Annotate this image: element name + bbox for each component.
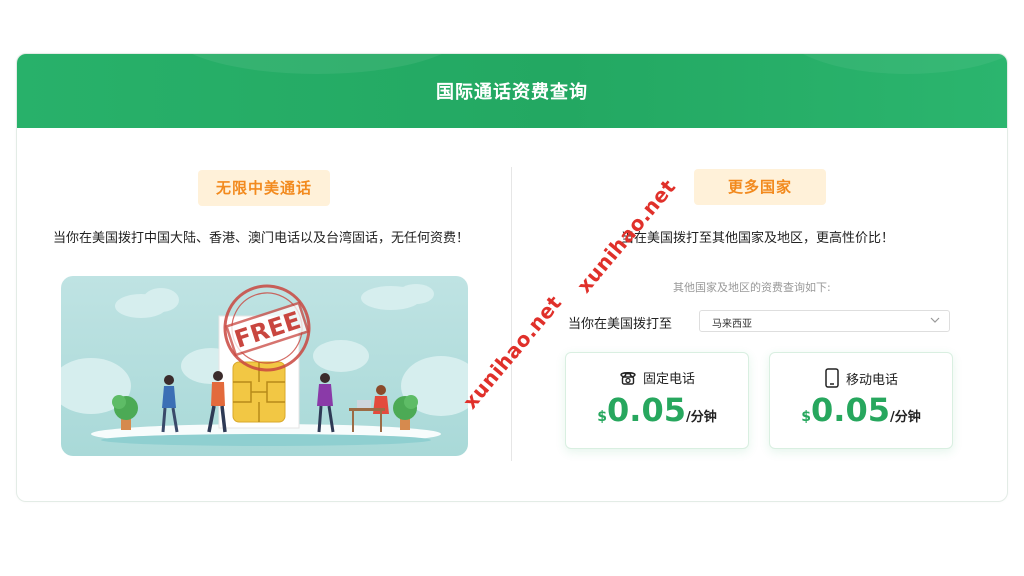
page-title: 国际通话资费查询 xyxy=(436,82,588,103)
mobile-label: 移动电话 xyxy=(845,373,898,388)
price-unit: /分钟 xyxy=(889,410,921,425)
header-decoration xyxy=(167,54,467,74)
fixed-line-price: $0.05/分钟 xyxy=(566,391,748,429)
destination-country-value: 马来西亚 xyxy=(712,319,752,330)
rate-query-card: 国际通话资费查询 无限中美通话 当你在美国拨打中国大陆、香港、澳门电话以及台湾固… xyxy=(16,53,1008,502)
mobile-price: $0.05/分钟 xyxy=(770,391,952,429)
price-unit: /分钟 xyxy=(685,410,717,425)
card-header: 国际通话资费查询 xyxy=(17,54,1007,128)
more-countries-description: 当在美国拨打至其他国家及地区，更高性价比！ xyxy=(621,231,895,246)
destination-country-select[interactable]: 马来西亚 xyxy=(699,310,950,332)
fixed-line-label: 固定电话 xyxy=(642,372,695,387)
destination-label: 当你在美国拨打至 xyxy=(568,317,673,332)
telephone-icon xyxy=(620,372,636,385)
currency-symbol: $ xyxy=(801,409,812,425)
currency-symbol: $ xyxy=(597,409,608,425)
price-value: 0.05 xyxy=(811,391,890,429)
free-sim-illustration: FREE xyxy=(61,276,468,456)
rate-query-hint: 其他国家及地区的资费查询如下: xyxy=(673,281,831,294)
chevron-down-icon xyxy=(930,317,940,323)
unlimited-calls-description: 当你在美国拨打中国大陆、香港、澳门电话以及台湾固话，无任何资费！ xyxy=(53,231,470,246)
more-countries-badge: 更多国家 xyxy=(694,169,826,205)
header-decoration xyxy=(777,54,1007,74)
unlimited-calls-badge: 无限中美通话 xyxy=(198,170,330,206)
column-divider xyxy=(511,167,512,461)
mobile-rate-card: 移动电话 $0.05/分钟 xyxy=(769,352,953,449)
fixed-line-rate-card: 固定电话 $0.05/分钟 xyxy=(565,352,749,449)
mobile-phone-icon xyxy=(825,368,839,388)
price-value: 0.05 xyxy=(607,391,686,429)
